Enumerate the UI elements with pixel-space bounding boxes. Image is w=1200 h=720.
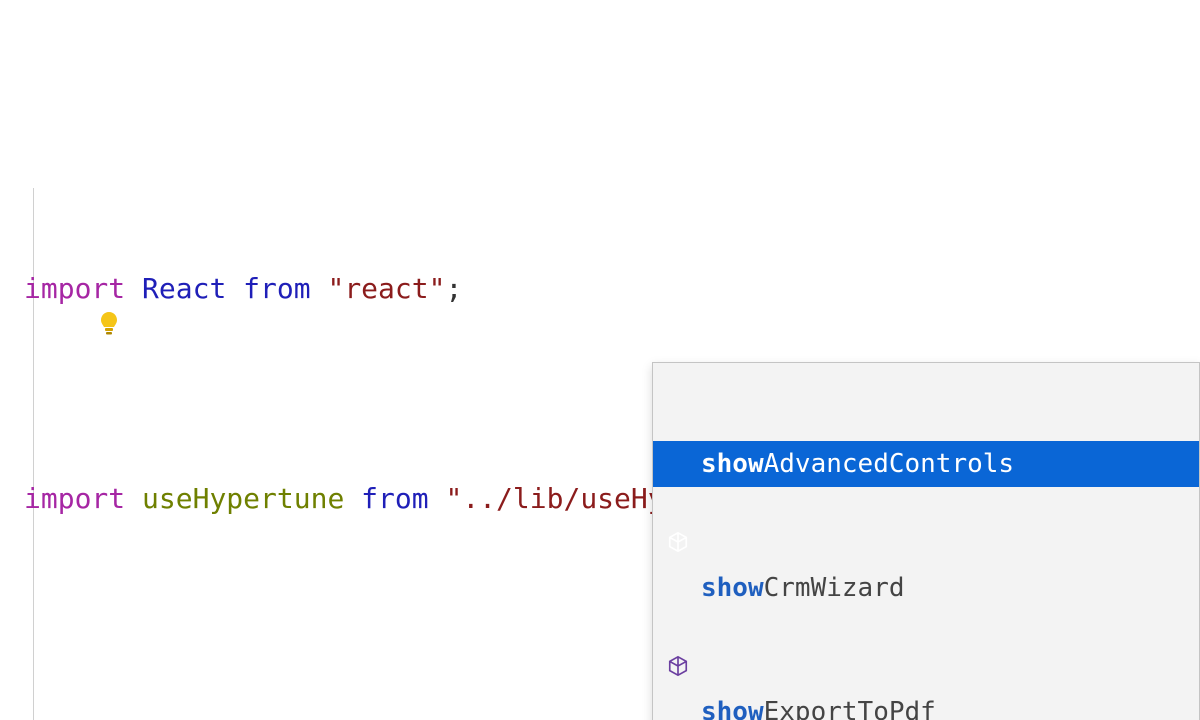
autocomplete-match: show: [701, 697, 764, 720]
autocomplete-rest: CrmWizard: [764, 573, 905, 603]
autocomplete-item[interactable]: showAdvancedControls: [653, 441, 1199, 487]
code-line[interactable]: import React from "react";: [24, 268, 1200, 310]
cube-icon: [667, 577, 689, 599]
autocomplete-popup[interactable]: showAdvancedControls showCrmWizard showE…: [652, 362, 1200, 720]
autocomplete-item[interactable]: showExportToPdf: [653, 689, 1199, 720]
identifier-usehypertune: useHypertune: [142, 482, 344, 515]
keyword-import: import: [24, 482, 125, 515]
cube-icon: [667, 701, 689, 720]
semicolon: ;: [445, 272, 462, 305]
autocomplete-rest: ExportToPdf: [764, 697, 936, 720]
keyword-from: from: [361, 482, 428, 515]
autocomplete-match: show: [701, 449, 764, 479]
lightbulb-icon[interactable]: [30, 266, 54, 294]
keyword-from: from: [243, 272, 310, 305]
autocomplete-match: show: [701, 573, 764, 603]
cube-icon: [667, 453, 689, 475]
code-editor[interactable]: import React from "react"; import useHyp…: [0, 0, 1200, 720]
string-literal: "react": [327, 272, 445, 305]
autocomplete-item[interactable]: showCrmWizard: [653, 565, 1199, 611]
identifier-react: React: [142, 272, 226, 305]
autocomplete-rest: AdvancedControls: [764, 449, 1014, 479]
